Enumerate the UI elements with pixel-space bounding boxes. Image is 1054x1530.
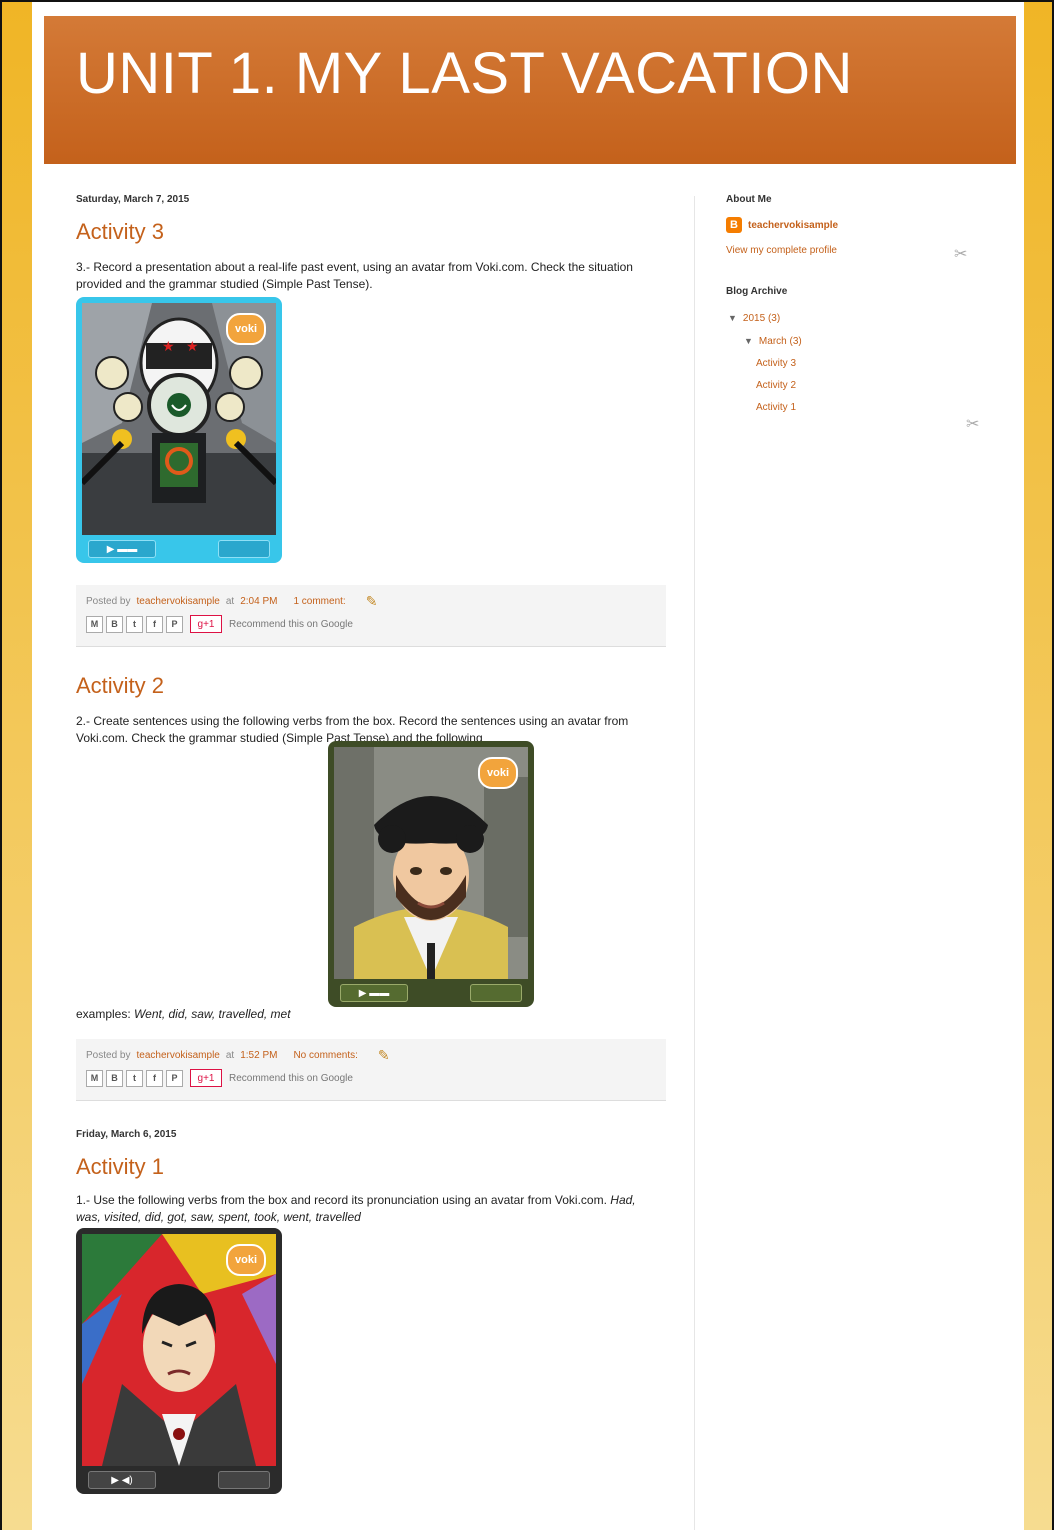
voki-controls: ▶ ▬▬	[76, 535, 282, 563]
post-time-link[interactable]: 2:04 PM	[240, 596, 277, 607]
google-plus-one-button[interactable]: g+1	[190, 1069, 222, 1087]
post-footer: Posted by teachervokisample at 1:52 PM N…	[76, 1039, 666, 1101]
profile-name-link[interactable]: teachervokisample	[748, 220, 838, 231]
voki-avatar-player[interactable]: voki ▶ ▬▬	[328, 741, 534, 1007]
play-button[interactable]: ▶ ▬▬	[340, 984, 408, 1002]
voki-logo-badge: voki	[478, 757, 518, 789]
comments-link[interactable]: No comments:	[293, 1050, 357, 1061]
expand-triangle-icon[interactable]: ▼	[728, 313, 737, 323]
author-link[interactable]: teachervokisample	[136, 596, 219, 607]
archive-item[interactable]: Activity 2	[726, 375, 986, 397]
archive-year-label[interactable]: 2015 (3)	[743, 313, 780, 324]
profile-row: B teachervokisample	[726, 217, 986, 233]
voki-avatar-player[interactable]: voki ▶ ◀)	[76, 1228, 282, 1494]
archive-item[interactable]: Activity 1	[726, 397, 986, 419]
at-label: at	[225, 1049, 235, 1061]
voki-controls: ▶ ▬▬	[328, 979, 534, 1007]
twitter-share-icon[interactable]: t	[126, 615, 143, 633]
voki-controls: ▶ ◀)	[76, 1466, 282, 1494]
blogger-icon: B	[726, 217, 742, 233]
voki-logo-badge: voki	[226, 313, 266, 345]
email-share-icon[interactable]: M	[86, 1069, 103, 1087]
edit-pencil-icon[interactable]: ✎	[378, 1047, 390, 1064]
blog-header: UNIT 1. MY LAST VACATION	[44, 16, 1016, 164]
archive-item[interactable]: Activity 3	[726, 353, 986, 375]
voki-avatar-player[interactable]: ★ ★ voki ▶ ▬▬	[76, 297, 282, 563]
post-body-text: 1.- Use the following verbs from the box…	[76, 1193, 607, 1207]
date-header: Friday, March 6, 2015	[76, 1129, 177, 1140]
blogthis-share-icon[interactable]: B	[106, 615, 123, 633]
blog-page: UNIT 1. MY LAST VACATION Saturday, March…	[34, 2, 1024, 1530]
twitter-share-icon[interactable]: t	[126, 1069, 143, 1087]
blog-archive-tree: ▼ 2015 (3) ▼ March (3) Activity 3 Activity…	[726, 307, 986, 419]
svg-text:★: ★	[162, 338, 175, 354]
about-me-title: About Me	[726, 194, 772, 205]
avatar-scene-vampire: voki	[82, 1234, 276, 1466]
post-title[interactable]: Activity 3	[76, 219, 666, 245]
post-title[interactable]: Activity 1	[76, 1154, 666, 1180]
examples-verbs: Went, did, saw, travelled, met	[134, 1007, 291, 1021]
volume-button[interactable]	[218, 540, 270, 558]
recommend-text: Recommend this on Google	[229, 618, 353, 630]
archive-month-label[interactable]: March (3)	[759, 336, 802, 347]
view-profile-link[interactable]: View my complete profile	[726, 245, 986, 256]
examples-prefix: examples:	[76, 1007, 131, 1021]
edit-widget-wrench-icon[interactable]: ✂	[966, 414, 979, 434]
recommend-text: Recommend this on Google	[229, 1072, 353, 1084]
posted-by-label: Posted by	[86, 595, 131, 607]
facebook-share-icon[interactable]: f	[146, 615, 163, 633]
play-button[interactable]: ▶ ▬▬	[88, 540, 156, 558]
author-link[interactable]: teachervokisample	[136, 1050, 219, 1061]
post-title[interactable]: Activity 2	[76, 673, 666, 699]
at-label: at	[225, 595, 235, 607]
post-body: 3.- Record a presentation about a real-l…	[76, 260, 633, 291]
edit-widget-wrench-icon[interactable]: ✂	[954, 244, 967, 264]
left-border-strip	[2, 2, 32, 1530]
email-share-icon[interactable]: M	[86, 615, 103, 633]
expand-triangle-icon[interactable]: ▼	[744, 336, 753, 346]
date-header: Saturday, March 7, 2015	[76, 194, 190, 205]
post-activity-3: Activity 3 3.- Record a presentation abo…	[76, 219, 666, 647]
main-column: Saturday, March 7, 2015 Activity 3 3.- R…	[76, 194, 666, 1494]
voki-logo-badge: voki	[226, 1244, 266, 1276]
avatar-scene-bullfighter: voki	[334, 747, 528, 979]
volume-button[interactable]	[470, 984, 522, 1002]
pinterest-share-icon[interactable]: P	[166, 615, 183, 633]
google-plus-one-button[interactable]: g+1	[190, 615, 222, 633]
post-time-link[interactable]: 1:52 PM	[240, 1050, 277, 1061]
post-body: 1.- Use the following verbs from the box…	[76, 1192, 656, 1226]
blog-archive-title: Blog Archive	[726, 286, 788, 297]
blog-title[interactable]: UNIT 1. MY LAST VACATION	[76, 40, 853, 107]
pinterest-share-icon[interactable]: P	[166, 1069, 183, 1087]
facebook-share-icon[interactable]: f	[146, 1069, 163, 1087]
svg-text:★: ★	[186, 338, 199, 354]
sidebar: About Me B teachervokisample View my com…	[726, 194, 986, 433]
play-button[interactable]: ▶ ◀)	[88, 1471, 156, 1489]
post-activity-1: Activity 1 1.- Use the following verbs f…	[76, 1154, 666, 1494]
volume-button[interactable]	[218, 1471, 270, 1489]
right-border-strip	[1024, 2, 1052, 1530]
blogthis-share-icon[interactable]: B	[106, 1069, 123, 1087]
archive-month[interactable]: ▼ March (3)	[726, 330, 986, 353]
archive-year[interactable]: ▼ 2015 (3)	[726, 307, 986, 330]
post-activity-2: Activity 2 2.- Create sentences using th…	[76, 673, 666, 1101]
post-footer: Posted by teachervokisample at 2:04 PM 1…	[76, 585, 666, 647]
posted-by-label: Posted by	[86, 1049, 131, 1061]
column-divider	[694, 196, 695, 1530]
edit-pencil-icon[interactable]: ✎	[366, 593, 378, 610]
avatar-scene-astronaut: ★ ★ voki	[82, 303, 276, 535]
comments-link[interactable]: 1 comment:	[293, 596, 345, 607]
